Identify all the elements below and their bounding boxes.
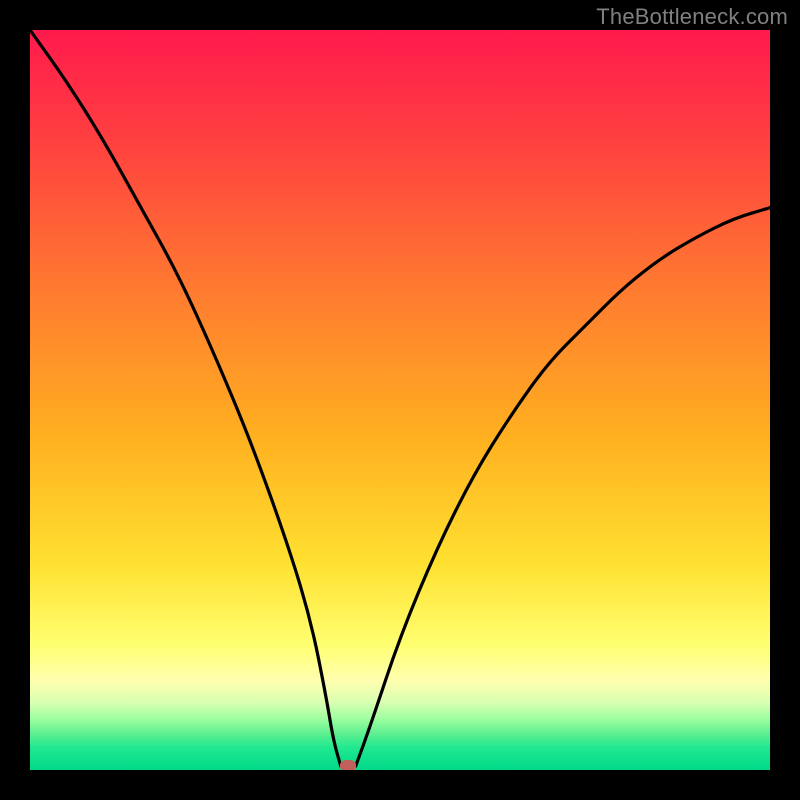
chart-frame: TheBottleneck.com <box>0 0 800 800</box>
watermark-text: TheBottleneck.com <box>596 4 788 30</box>
plot-area <box>30 30 770 770</box>
min-marker <box>340 760 356 770</box>
curve-path <box>30 30 770 766</box>
bottleneck-curve <box>30 30 770 770</box>
